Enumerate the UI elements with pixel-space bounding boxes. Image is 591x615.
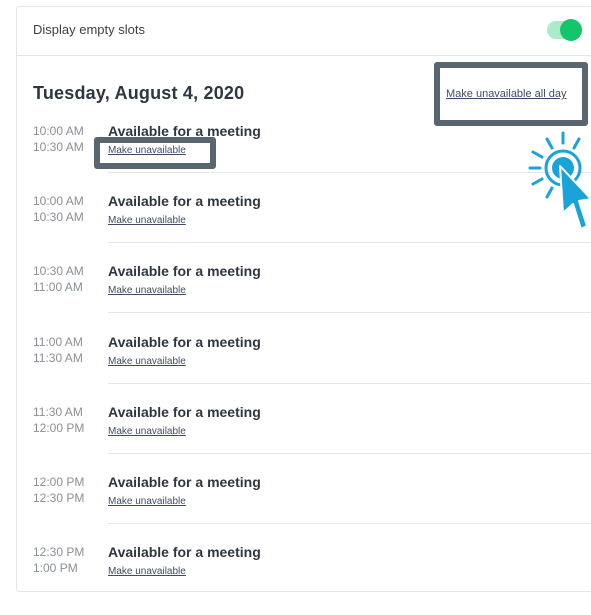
make-unavailable-link[interactable]: Make unavailable: [108, 496, 186, 507]
time-slot: 11:30 AM 12:00 PM Available for a meetin…: [17, 404, 591, 475]
slot-start-time: 10:30 AM: [33, 264, 84, 278]
make-unavailable-link[interactable]: Make unavailable: [108, 566, 186, 577]
slot-start-time: 12:30 PM: [33, 545, 85, 559]
slot-title: Available for a meeting: [108, 263, 261, 279]
time-slot: 11:00 AM 11:30 AM Available for a meetin…: [17, 334, 591, 405]
slot-title: Available for a meeting: [108, 404, 261, 420]
slot-title: Available for a meeting: [108, 544, 261, 560]
slot-divider: [108, 383, 591, 384]
time-slot: 10:00 AM 10:30 AM Available for a meetin…: [17, 193, 591, 264]
time-slot: 10:00 AM 10:30 AM Available for a meetin…: [17, 123, 591, 194]
click-cursor-icon: [527, 131, 591, 241]
slot-end-time: 11:30 AM: [33, 351, 83, 365]
make-unavailable-link[interactable]: Make unavailable: [108, 426, 186, 437]
slot-title: Available for a meeting: [108, 474, 261, 490]
slot-end-time: 10:30 AM: [33, 140, 84, 154]
slot-title: Available for a meeting: [108, 123, 261, 139]
slot-end-time: 1:00 PM: [33, 561, 78, 575]
toggle-knob[interactable]: [560, 19, 582, 41]
slot-start-time: 11:30 AM: [33, 405, 83, 419]
slot-title: Available for a meeting: [108, 334, 261, 350]
slot-title: Available for a meeting: [108, 193, 261, 209]
display-empty-slots-toggle[interactable]: [547, 19, 582, 41]
date-title: Tuesday, August 4, 2020: [33, 83, 245, 103]
slot-end-time: 10:30 AM: [33, 210, 84, 224]
make-unavailable-all-day-link[interactable]: Make unavailable all day: [446, 88, 566, 100]
make-unavailable-link[interactable]: Make unavailable: [108, 356, 186, 367]
slot-divider: [108, 172, 591, 173]
display-empty-slots-label: Display empty slots: [33, 22, 145, 37]
time-slot: 12:30 PM 1:00 PM Available for a meeting…: [17, 544, 591, 615]
slot-divider: [108, 312, 591, 313]
slot-start-time: 10:00 AM: [33, 124, 84, 138]
slot-end-time: 12:30 PM: [33, 491, 85, 505]
slot-divider: [108, 523, 591, 524]
time-slot: 10:30 AM 11:00 AM Available for a meetin…: [17, 263, 591, 334]
slot-divider: [108, 242, 591, 243]
time-slot: 12:00 PM 12:30 PM Available for a meetin…: [17, 474, 591, 545]
slot-start-time: 12:00 PM: [33, 475, 85, 489]
slot-divider: [108, 453, 591, 454]
make-unavailable-link[interactable]: Make unavailable: [108, 145, 186, 156]
make-unavailable-link[interactable]: Make unavailable: [108, 215, 186, 226]
slot-start-time: 11:00 AM: [33, 335, 83, 349]
slot-end-time: 11:00 AM: [33, 280, 83, 294]
slot-start-time: 10:00 AM: [33, 194, 84, 208]
availability-panel: Display empty slots Tuesday, August 4, 2…: [16, 6, 591, 592]
slot-end-time: 12:00 PM: [33, 421, 85, 435]
make-unavailable-link[interactable]: Make unavailable: [108, 285, 186, 296]
settings-bar: Display empty slots: [17, 7, 591, 56]
